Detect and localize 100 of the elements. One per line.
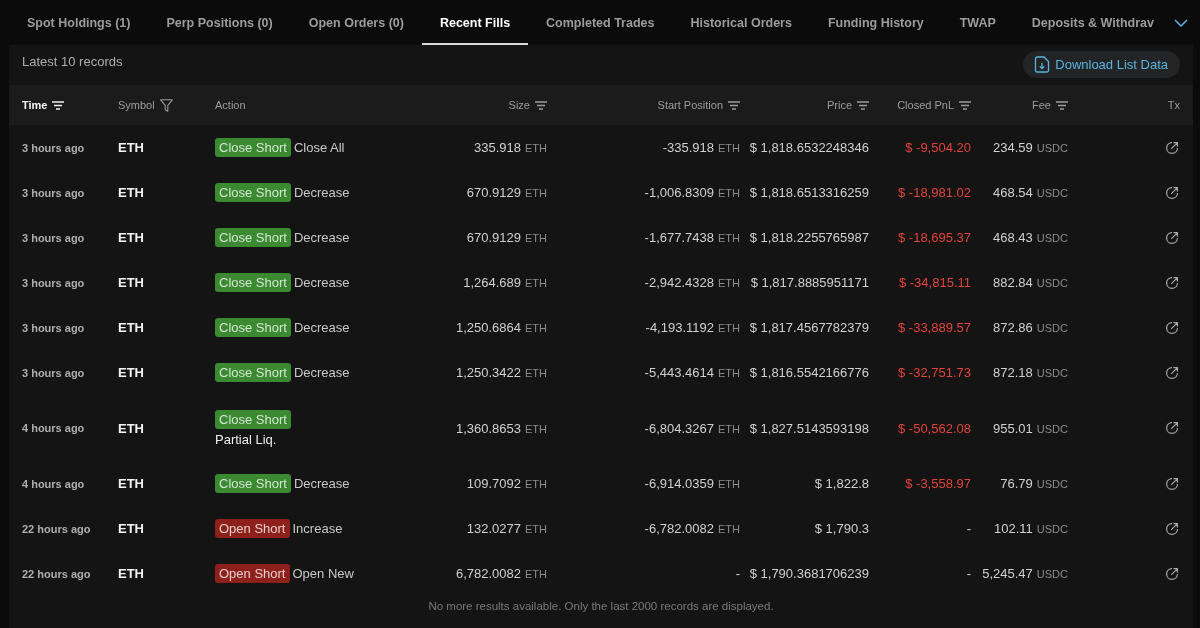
start-position-amount: -1,006.8309 ETH xyxy=(644,185,740,200)
start-position-amount: -335.918 ETH xyxy=(662,140,740,155)
time-text: 22 hours ago xyxy=(22,522,91,535)
start-position-amount: -1,677.7438 ETH xyxy=(644,230,740,245)
action-tag: Open Short xyxy=(215,519,290,538)
tab[interactable]: Open Orders (0) xyxy=(290,0,422,45)
pnl-amount: $ -33,889.57 xyxy=(898,320,971,335)
action-detail: Close All xyxy=(293,140,345,155)
action-detail: Increase xyxy=(292,521,343,536)
file-download-icon xyxy=(1033,55,1051,73)
external-link-icon[interactable] xyxy=(1165,140,1179,155)
pnl-amount: - xyxy=(966,566,971,581)
action-detail: Decrease xyxy=(293,476,350,491)
price-amount: $ 1,817.4567782379 xyxy=(749,320,869,335)
column-header: Closed PnL xyxy=(897,99,954,111)
action-detail: Decrease xyxy=(293,365,350,380)
fee-amount: 955.01 USDC xyxy=(993,420,1068,436)
tab[interactable]: TWAP xyxy=(941,0,1014,45)
symbol-text: ETH xyxy=(118,140,144,155)
download-button[interactable]: Download List Data xyxy=(1023,50,1180,78)
fee-amount: 872.86 USDC xyxy=(993,320,1068,335)
tab[interactable]: Historical Orders xyxy=(672,0,810,45)
symbol-text: ETH xyxy=(118,420,144,436)
external-link-icon[interactable] xyxy=(1165,230,1179,245)
pnl-amount: $ -9,504.20 xyxy=(905,140,971,155)
size-amount: 132.0277 ETH xyxy=(466,521,547,536)
external-link-icon[interactable] xyxy=(1165,476,1179,491)
start-position-amount: - xyxy=(735,566,740,581)
tab[interactable]: Funding History xyxy=(809,0,942,45)
pnl-amount: $ -18,695.37 xyxy=(898,230,971,245)
external-link-icon[interactable] xyxy=(1165,185,1179,200)
column-header: Time xyxy=(22,99,48,111)
action-tag: Close Short xyxy=(215,138,291,157)
price-amount: $ 1,818.6532248346 xyxy=(749,140,869,155)
pnl-amount: $ -18,981.02 xyxy=(898,185,971,200)
footer-note: No more results available. Only the last 2000 records are displayed. xyxy=(427,600,775,612)
size-amount: 1,264.689 ETH xyxy=(463,275,547,290)
action-tag: Close Short xyxy=(215,474,291,493)
symbol-text: ETH xyxy=(118,566,144,581)
time-text: 4 hours ago xyxy=(22,422,85,434)
tab[interactable]: Spot Holdings (1) xyxy=(9,0,149,45)
fee-amount: 5,245.47 USDC xyxy=(982,566,1068,581)
action-tag: Close Short xyxy=(215,318,291,337)
fee-amount: 872.18 USDC xyxy=(993,365,1068,380)
start-position-amount: -4,193.1192 ETH xyxy=(645,320,740,335)
fee-amount: 882.84 USDC xyxy=(993,275,1068,290)
action-tag: Close Short xyxy=(215,183,291,202)
sort-icon[interactable] xyxy=(728,100,740,110)
size-amount: 1,250.3422 ETH xyxy=(455,365,547,380)
chevron-down-icon[interactable] xyxy=(1174,18,1188,27)
size-amount: 6,782.0082 ETH xyxy=(455,566,547,581)
fee-amount: 76.79 USDC xyxy=(1000,476,1068,491)
external-link-icon[interactable] xyxy=(1165,421,1179,435)
tab[interactable]: Deposits & Withdrav xyxy=(1013,0,1172,45)
price-amount: $ 1,822.8 xyxy=(814,476,869,491)
sort-icon[interactable] xyxy=(857,100,869,110)
action-detail: Decrease xyxy=(293,320,350,335)
start-position-amount: -5,443.4614 ETH xyxy=(644,365,740,380)
sort-icon[interactable] xyxy=(959,100,971,110)
price-amount: $ 1,827.5143593198 xyxy=(749,420,869,436)
size-amount: 1,250.6864 ETH xyxy=(455,320,547,335)
column-header: Fee xyxy=(1032,99,1051,111)
symbol-text: ETH xyxy=(118,476,144,491)
time-text: 3 hours ago xyxy=(22,141,85,154)
external-link-icon[interactable] xyxy=(1165,320,1179,335)
time-text: 22 hours ago xyxy=(22,567,91,580)
fee-amount: 234.59 USDC xyxy=(993,140,1068,155)
sort-icon[interactable] xyxy=(1056,100,1068,110)
action-tag: Close Short xyxy=(215,409,291,429)
symbol-text: ETH xyxy=(118,320,144,335)
start-position-amount: -6,914.0359 ETH xyxy=(644,476,740,491)
action-detail: Open New xyxy=(292,566,354,581)
tab[interactable]: Completed Trades xyxy=(528,0,673,45)
tab[interactable]: Perp Positions (0) xyxy=(148,0,291,45)
pnl-amount: $ -34,815.11 xyxy=(898,275,971,290)
action-detail: Partial Liq. xyxy=(215,431,277,447)
pnl-amount: $ -3,558.97 xyxy=(905,476,971,491)
action-detail: Decrease xyxy=(293,185,350,200)
time-text: 3 hours ago xyxy=(22,276,85,289)
external-link-icon[interactable] xyxy=(1165,275,1179,290)
pnl-amount: - xyxy=(966,521,971,536)
column-header: Start Position xyxy=(657,99,723,111)
action-detail: Decrease xyxy=(293,275,350,290)
price-amount: $ 1,817.8885951171 xyxy=(750,275,869,290)
column-header: Size xyxy=(508,99,530,111)
filter-icon[interactable] xyxy=(159,98,173,112)
price-amount: $ 1,818.2255765987 xyxy=(749,230,869,245)
size-amount: 670.9129 ETH xyxy=(466,185,547,200)
symbol-text: ETH xyxy=(118,365,144,380)
action-tag: Open Short xyxy=(215,564,290,583)
symbol-text: ETH xyxy=(118,230,144,245)
fee-amount: 468.54 USDC xyxy=(993,185,1068,200)
time-text: 4 hours ago xyxy=(22,477,85,490)
external-link-icon[interactable] xyxy=(1165,566,1179,581)
action-detail: Decrease xyxy=(293,230,350,245)
external-link-icon[interactable] xyxy=(1165,521,1179,536)
sort-icon[interactable] xyxy=(535,100,547,110)
start-position-amount: -6,782.0082 ETH xyxy=(644,521,740,536)
column-header: Price xyxy=(826,99,852,111)
external-link-icon[interactable] xyxy=(1165,365,1179,380)
